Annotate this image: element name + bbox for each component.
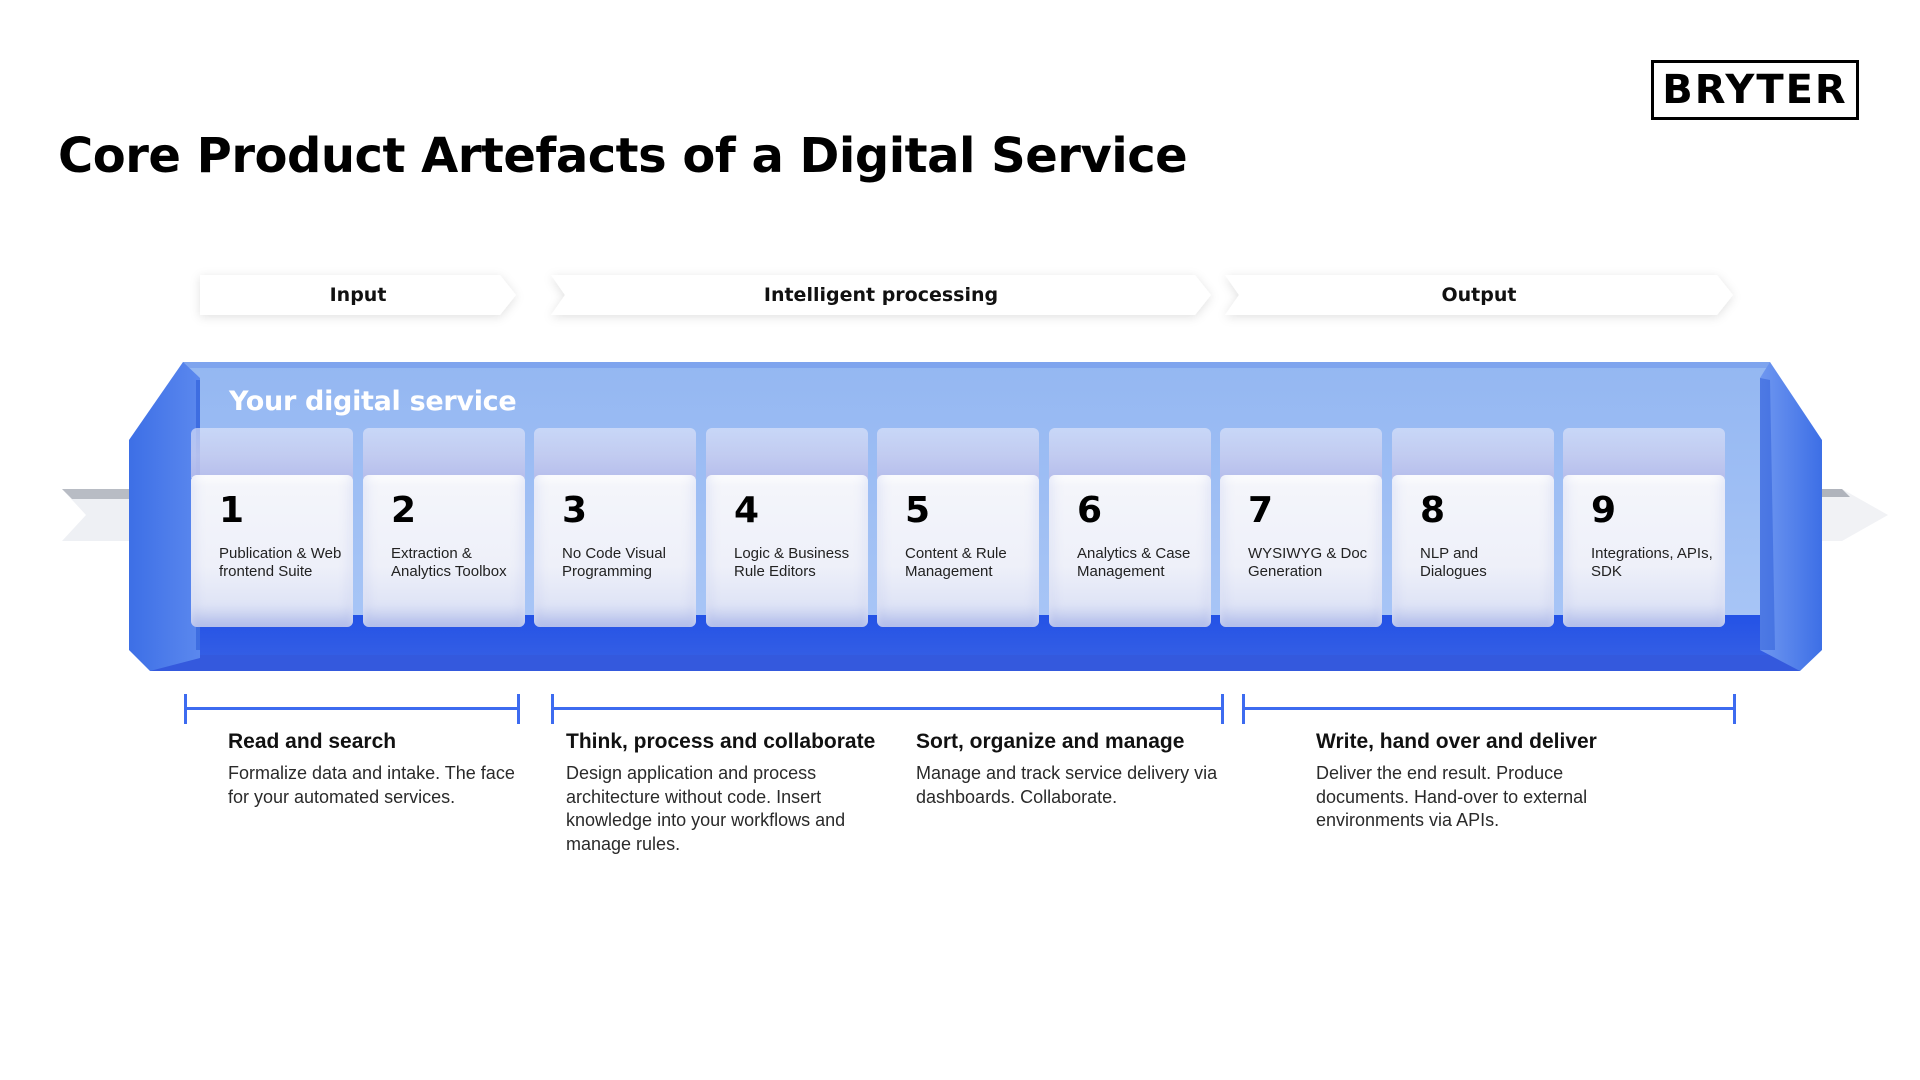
artefact-number: 1 bbox=[219, 490, 245, 531]
artefact-box-top bbox=[363, 428, 525, 478]
section-think-process-collaborate: Think, process and collaborate Design ap… bbox=[566, 730, 896, 856]
artefact-box-top bbox=[1392, 428, 1554, 478]
section-heading: Sort, organize and manage bbox=[916, 730, 1185, 753]
bracket-bar bbox=[184, 707, 520, 710]
artefact-label: No Code Visual Programming bbox=[562, 545, 666, 580]
section-heading: Read and search bbox=[228, 730, 397, 753]
artefact-box: 3 No Code Visual Programming bbox=[534, 475, 696, 627]
artefact-label: WYSIWYG & Doc Generation bbox=[1248, 545, 1368, 580]
section-sort-organize-manage: Sort, organize and manage Manage and tra… bbox=[916, 730, 1226, 809]
section-heading: Think, process and collaborate bbox=[566, 730, 876, 753]
artefact-label: Logic & Business Rule Editors bbox=[734, 545, 850, 580]
container-left-wall bbox=[129, 362, 200, 671]
artefact-box-top bbox=[1049, 428, 1211, 478]
bracket-tick bbox=[517, 694, 520, 724]
artefact-number: 6 bbox=[1077, 490, 1103, 531]
artefact-label: Integrations, APIs, SDK bbox=[1591, 545, 1713, 580]
section-heading: Write, hand over and deliver bbox=[1316, 730, 1597, 753]
section-write-hand-over-deliver: Write, hand over and deliver Deliver the… bbox=[1316, 730, 1646, 833]
bracket-bar bbox=[1242, 707, 1736, 710]
artefact-box: 9 Integrations, APIs, SDK bbox=[1563, 475, 1725, 627]
bracket-bar bbox=[551, 707, 1224, 710]
section-read-and-search: Read and search Formalize data and intak… bbox=[228, 730, 518, 809]
artefact-label: NLP and Dialogues bbox=[1420, 545, 1487, 580]
artefact-box: 1 Publication & Web frontend Suite bbox=[191, 475, 353, 627]
section-body: Formalize data and intake. The face for … bbox=[228, 763, 515, 807]
artefact-box-top bbox=[1563, 428, 1725, 478]
artefact-number: 7 bbox=[1248, 490, 1274, 531]
section-body: Design application and process architect… bbox=[566, 763, 846, 854]
artefact-label: Analytics & Case Management bbox=[1077, 545, 1191, 580]
artefact-box-top bbox=[191, 428, 353, 478]
artefact-number: 8 bbox=[1420, 490, 1446, 531]
artefact-number: 5 bbox=[905, 490, 931, 531]
container-title: Your digital service bbox=[229, 386, 517, 417]
artefact-box-top bbox=[877, 428, 1039, 478]
artefact-box: 7 WYSIWYG & Doc Generation bbox=[1220, 475, 1382, 627]
bracket-output bbox=[1242, 694, 1736, 724]
artefact-box: 6 Analytics & Case Management bbox=[1049, 475, 1211, 627]
artefact-box-top bbox=[534, 428, 696, 478]
artefact-number: 9 bbox=[1591, 490, 1617, 531]
artefact-label: Content & Rule Management bbox=[905, 545, 1007, 580]
artefact-box: 4 Logic & Business Rule Editors bbox=[706, 475, 868, 627]
artefact-number: 4 bbox=[734, 490, 760, 531]
bracket-processing bbox=[551, 694, 1224, 724]
artefact-box: 2 Extraction & Analytics Toolbox bbox=[363, 475, 525, 627]
artefact-label: Publication & Web frontend Suite bbox=[219, 545, 342, 580]
section-body: Deliver the end result. Produce document… bbox=[1316, 763, 1588, 830]
artefact-box-top bbox=[1220, 428, 1382, 478]
bracket-tick bbox=[1221, 694, 1224, 724]
artefact-box: 5 Content & Rule Management bbox=[877, 475, 1039, 627]
artefact-number: 3 bbox=[562, 490, 588, 531]
artefact-box: 8 NLP and Dialogues bbox=[1392, 475, 1554, 627]
artefact-box-top bbox=[706, 428, 868, 478]
bracket-input bbox=[184, 694, 520, 724]
section-body: Manage and track service delivery via da… bbox=[916, 763, 1218, 807]
artefact-number: 2 bbox=[391, 490, 417, 531]
bracket-tick bbox=[1733, 694, 1736, 724]
artefact-label: Extraction & Analytics Toolbox bbox=[391, 545, 507, 580]
